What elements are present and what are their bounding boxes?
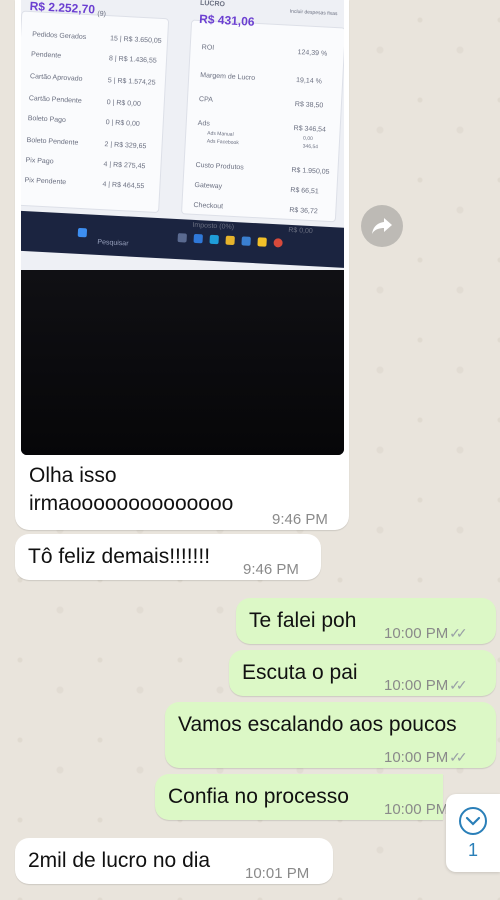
incoming-message-bubble[interactable]: 2mil de lucro no dia 10:01 PM [15, 838, 333, 884]
incoming-message-bubble[interactable]: Tô feliz demais!!!!!!! 9:46 PM [15, 534, 321, 580]
message-meta: 10:00 PM ✓✓ [384, 672, 468, 699]
balance-count: (9) [97, 10, 107, 19]
dashboard-row-value: 124,39 % [297, 49, 328, 58]
message-time: 10:00 PM [384, 801, 449, 818]
message-text: Vamos escalando aos poucos [178, 713, 457, 736]
fixed-costs-checkbox-label: Incluir despesas fixas [289, 8, 338, 18]
forward-arrow-icon [372, 218, 392, 234]
taskbar-app-icon [257, 237, 267, 247]
message-text: Te falei poh [249, 609, 357, 632]
message-meta: 10:00 PM ✓✓ [384, 620, 468, 647]
message-time: 10:01 PM [245, 865, 310, 882]
message-time: 10:00 PM [384, 749, 449, 766]
message-time: 9:46 PM [243, 561, 299, 578]
taskbar-app-icon [177, 233, 187, 243]
read-receipt-icon: ✓✓ [449, 749, 468, 765]
outgoing-message-bubble[interactable]: Confia no processo 10:00 PM [155, 774, 448, 820]
outgoing-message-bubble[interactable]: Vamos escalando aos poucos 10:00 PM ✓✓ [165, 702, 496, 768]
message-text: Confia no processo [168, 785, 349, 808]
windows-start-icon [77, 227, 88, 238]
message-time: 9:46 PM [272, 511, 328, 528]
photo-caption: Olha isso irmaoooooooooooooo [29, 464, 234, 515]
dashboard-row-label: Imposto (0%) [192, 221, 235, 232]
message-text: Escuta o pai [242, 661, 358, 684]
taskbar-app-icon [241, 236, 251, 246]
unread-count: 1 [467, 840, 478, 860]
photo-attachment[interactable]: R$ 2.252,70 (9) LUCRO Incluir despesas f… [21, 0, 344, 455]
dashboard-row-value: 4 | R$ 464,55 [102, 181, 145, 191]
profit-value: R$ 431,06 [198, 11, 255, 29]
dashboard-row-value: R$ 0,00 [288, 226, 313, 236]
message-meta: 10:01 PM [245, 860, 309, 887]
dashboard-row-label: ROI [201, 44, 215, 52]
chrome-icon [273, 238, 283, 248]
message-meta: 9:46 PM [243, 556, 299, 583]
message-time: 10:00 PM [384, 677, 449, 694]
photo-message-bubble[interactable]: R$ 2.252,70 (9) LUCRO Incluir despesas f… [15, 0, 349, 530]
dashboard-screen: R$ 2.252,70 (9) LUCRO Incluir despesas f… [21, 0, 344, 299]
dark-desk-area [21, 270, 344, 455]
scroll-to-bottom-button[interactable]: 1 [446, 794, 500, 872]
outgoing-message-bubble[interactable]: Escuta o pai 10:00 PM ✓✓ [229, 650, 496, 696]
message-meta: 10:00 PM [384, 796, 448, 823]
message-text: 2mil de lucro no dia [28, 849, 211, 872]
outgoing-message-bubble[interactable]: Te falei poh 10:00 PM ✓✓ [236, 598, 496, 644]
forward-button[interactable] [361, 205, 403, 247]
chevron-down-icon [459, 807, 487, 835]
message-meta: 10:00 PM ✓✓ [384, 744, 468, 771]
read-receipt-icon: ✓✓ [449, 625, 468, 641]
taskbar-search-label: Pesquisar [97, 238, 129, 248]
balance-value: R$ 2.252,70 [29, 0, 96, 17]
read-receipt-icon: ✓✓ [449, 677, 468, 693]
message-time: 10:00 PM [384, 625, 449, 642]
message-text: Tô feliz demais!!!!!!! [28, 545, 211, 568]
dashboard-row-label: Pix Pendente [24, 176, 67, 187]
